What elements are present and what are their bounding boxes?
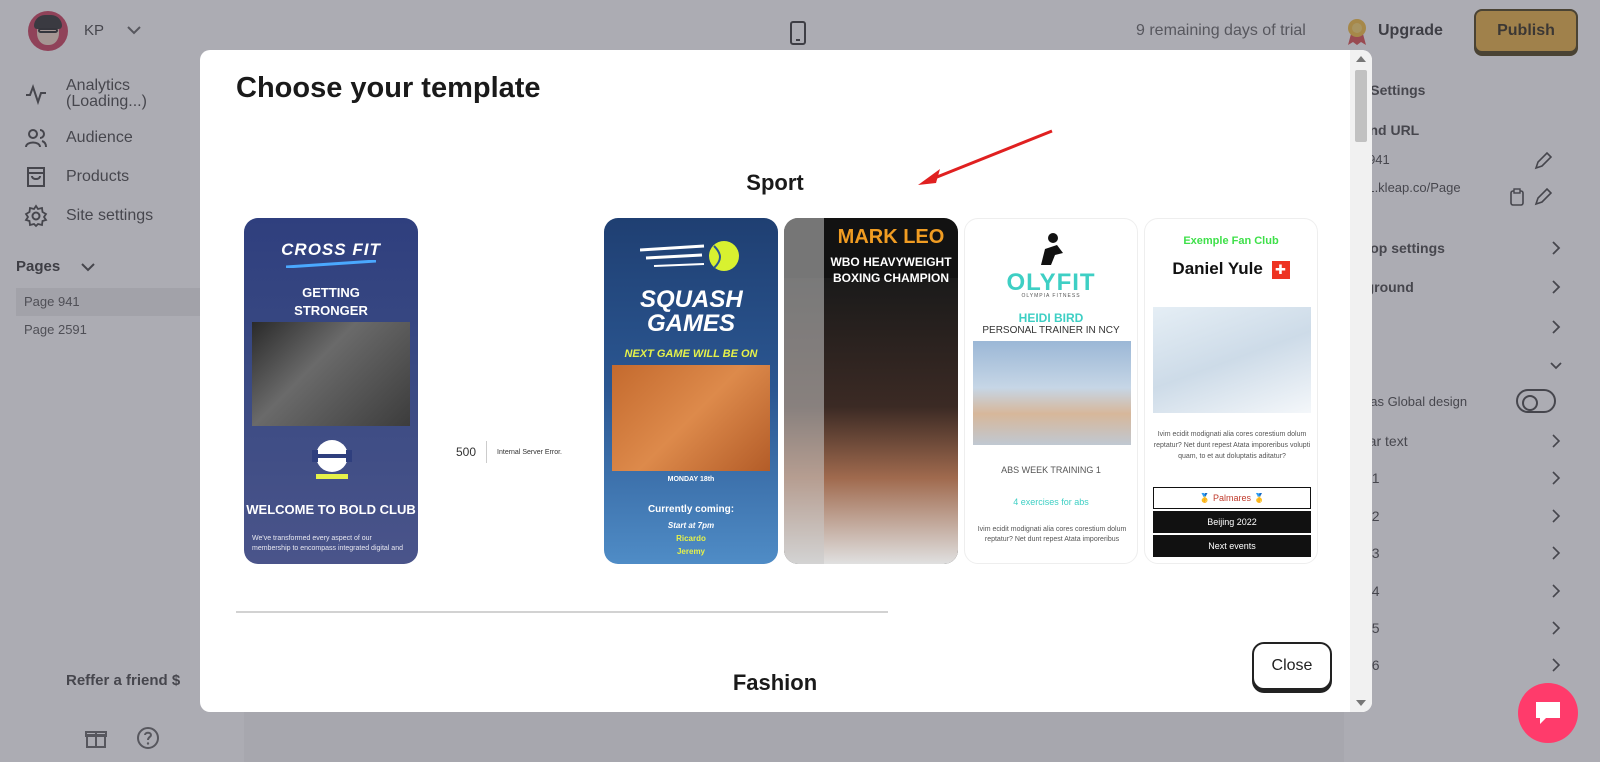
card-role: PERSONAL TRAINER IN NCY: [982, 325, 1120, 336]
error-message: 500 Internal Server Error.: [456, 441, 606, 463]
scroll-up-arrow-icon[interactable]: [1356, 56, 1366, 62]
modal-scrollbar[interactable]: [1350, 50, 1372, 712]
template-card-olyfit[interactable]: OLYFIT OLYMPIA FITNESS HEIDI BIRD PERSON…: [964, 218, 1138, 564]
palmares-button: 🥇 Palmares 🥇: [1153, 487, 1311, 509]
card-player: Ricardo: [676, 534, 706, 543]
card-photo: [973, 341, 1131, 445]
card-photo: [252, 322, 410, 426]
card-date: MONDAY 18th: [667, 476, 715, 483]
template-chooser-modal: Choose your template Sport CROSS FIT GET…: [200, 50, 1372, 712]
template-card-boxing[interactable]: MARK LEO WBO HEAVYWEIGHT BOXING CHAMPION: [784, 218, 958, 564]
card-title: SQUASH GAMES: [640, 286, 743, 337]
card-photo: [612, 365, 770, 471]
chat-button[interactable]: [1518, 683, 1578, 743]
section-title-sport: Sport: [746, 170, 804, 195]
swoosh-icon: [286, 260, 376, 268]
beijing-button: Beijing 2022: [1153, 511, 1311, 533]
template-card-squash[interactable]: SQUASH GAMES NEXT GAME WILL BE ON MONDAY…: [604, 218, 778, 564]
card-coming: Currently coming:: [647, 504, 735, 515]
template-card-error[interactable]: 500 Internal Server Error.: [432, 218, 606, 564]
divider: [486, 441, 488, 463]
card-name-text: Daniel Yule: [1172, 259, 1263, 278]
template-card-crossfit[interactable]: CROSS FIT GETTING STRONGER EVERY DAY ! W…: [244, 218, 418, 564]
error-text: Internal Server Error.: [497, 448, 562, 456]
dumbbell-logo-icon: [312, 440, 352, 479]
next-events-button: Next events: [1153, 535, 1311, 557]
card-abs: ABS WEEK TRAINING 1: [1001, 465, 1101, 475]
card-body: We've transformed every aspect of our me…: [252, 535, 403, 552]
trainer-logo-icon: [1041, 233, 1063, 265]
card-name: HEIDI BIRD: [1018, 311, 1084, 325]
error-code: 500: [456, 445, 477, 459]
hover-shade: [784, 218, 824, 564]
modal-title: Choose your template: [236, 72, 541, 104]
card-club: Exemple Fan Club: [1183, 235, 1279, 247]
card-logo: CROSS FIT: [281, 240, 381, 259]
template-card-fanclub[interactable]: Exemple Fan Club Daniel Yule ✚ Ivim ecid…: [1144, 218, 1318, 564]
section-divider: [236, 611, 888, 613]
section-title-fashion: Fashion: [732, 670, 818, 695]
card-player: Jeremy: [676, 547, 706, 556]
swiss-flag-icon: ✚: [1271, 260, 1290, 279]
card-next-game: NEXT GAME WILL BE ON: [624, 348, 758, 360]
card-logo-sub: OLYMPIA FITNESS: [1021, 293, 1081, 299]
ball-logo-icon: [640, 241, 739, 271]
scroll-thumb[interactable]: [1355, 70, 1367, 142]
card-start: Start at 7pm: [667, 521, 715, 530]
card-photo: [1153, 307, 1311, 413]
card-name: Daniel Yule ✚: [1145, 259, 1317, 279]
card-body: Ivim ecidit modignati alia cores coresti…: [1153, 431, 1311, 460]
scroll-down-arrow-icon[interactable]: [1356, 700, 1366, 706]
card-exercises: 4 exercises for abs: [1013, 497, 1089, 507]
chat-bubble-icon: [1536, 702, 1560, 724]
close-button[interactable]: Close: [1252, 642, 1332, 690]
card-welcome: WELCOME TO BOLD CLUB: [246, 502, 416, 517]
card-body: Ivim ecidit modignati alia cores coresti…: [977, 526, 1127, 543]
